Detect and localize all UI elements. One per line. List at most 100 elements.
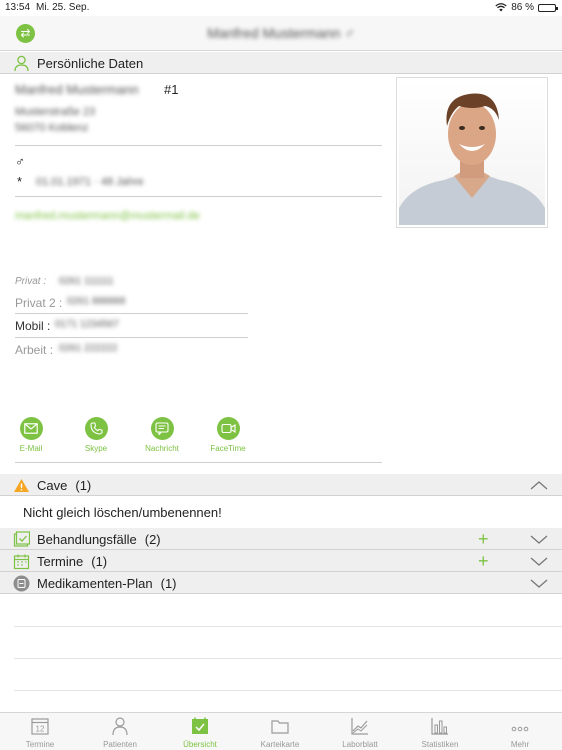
empty-row-divider — [14, 658, 562, 659]
email-link[interactable]: manfred.mustermann@mustermail.de — [15, 210, 200, 222]
status-bar: 13:54 Mi. 25. Sep. 86 % — [0, 0, 562, 16]
patient-number: #1 — [164, 82, 179, 97]
phone-value: 0261 111111 — [59, 276, 114, 287]
divider — [15, 462, 382, 463]
medication-icon — [13, 575, 30, 592]
more-icon — [511, 726, 529, 732]
tab-bar: 12 Termine Patienten Übersicht Karteikar… — [0, 712, 562, 750]
lab-chart-icon — [351, 718, 368, 735]
phone-row-privat-2[interactable]: Privat 2 : 0261 888888 — [15, 291, 248, 314]
tab-mehr[interactable]: Mehr — [480, 716, 560, 749]
status-indicators: 86 % — [495, 2, 558, 13]
patient-photo-image — [399, 80, 545, 225]
address-street: Musterstraße 23 — [15, 106, 96, 118]
status-date: Mi. 25. Sep. — [36, 2, 90, 13]
nav-bar: ⇄ Manfred Mustermann ♂ — [0, 16, 562, 51]
termine-section-header[interactable]: Termine (1) + — [0, 550, 562, 572]
tab-label: Laborblatt — [342, 740, 378, 749]
message-icon — [155, 422, 169, 435]
status-time: 13:54 — [5, 2, 31, 13]
section-count: (1) — [75, 478, 92, 493]
action-label: FaceTime — [210, 444, 246, 453]
tab-karteikarte[interactable]: Karteikarte — [240, 716, 320, 749]
email-action-button[interactable]: E-Mail — [1, 417, 61, 453]
chevron-down-icon[interactable] — [530, 577, 548, 589]
section-label: Termine — [37, 554, 84, 569]
cave-note: Nicht gleich löschen/umbenennen! — [23, 505, 222, 520]
phone-value: 0171 1234567 — [55, 319, 119, 330]
video-icon — [220, 423, 236, 434]
patient-photo[interactable] — [396, 77, 548, 228]
phone-separator: : — [43, 319, 51, 333]
tab-termine[interactable]: 12 Termine — [0, 716, 80, 749]
phone-row-arbeit[interactable]: Arbeit : 0261 222222 — [15, 338, 248, 361]
birth-marker: * — [17, 174, 23, 189]
tab-label: Übersicht — [183, 740, 217, 749]
section-label: Behandlungsfälle — [37, 532, 137, 547]
birth-date: 01.01.1971 · 48 Jahre — [36, 176, 144, 188]
tab-label: Karteikarte — [260, 740, 300, 749]
bar-chart-icon — [431, 718, 448, 735]
divider — [15, 196, 382, 197]
phone-label: Privat 2 — [15, 296, 56, 310]
calendar-badge: 12 — [36, 725, 45, 734]
phone-separator: : — [46, 343, 54, 357]
calendar-icon: 12 — [31, 718, 49, 735]
tab-label: Mehr — [510, 740, 530, 749]
skype-action-button[interactable]: Skype — [66, 417, 126, 453]
facetime-action-button[interactable]: FaceTime — [198, 417, 258, 453]
tab-label: Statistiken — [421, 740, 459, 749]
phone-label: Mobil — [15, 319, 44, 333]
warning-icon — [14, 479, 29, 492]
personal-data-title: Persönliche Daten — [37, 56, 144, 71]
phone-value: 0261 222222 — [59, 343, 118, 354]
empty-row-divider — [14, 690, 562, 691]
chevron-up-icon[interactable] — [530, 479, 548, 491]
add-appointment-button[interactable]: + — [478, 550, 489, 572]
add-treatment-case-button[interactable]: + — [478, 528, 489, 550]
phone-row-mobil[interactable]: Mobil : 0171 1234567 — [15, 314, 248, 337]
tab-statistiken[interactable]: Statistiken — [400, 716, 480, 749]
phone-label: Arbeit — [15, 343, 47, 357]
action-label: E-Mail — [19, 444, 43, 453]
tab-uebersicht[interactable]: Übersicht — [160, 716, 240, 749]
message-action-button[interactable]: Nachricht — [132, 417, 192, 453]
section-label: Medikamenten-Plan — [37, 576, 153, 591]
chevron-down-icon[interactable] — [530, 555, 548, 567]
medikamente-section-header[interactable]: Medikamenten-Plan (1) — [0, 572, 562, 594]
tab-label: Termine — [25, 740, 55, 749]
battery-percent: 86 % — [511, 2, 534, 13]
empty-row-divider — [14, 626, 562, 627]
wifi-icon — [495, 3, 507, 12]
behandlungsfaelle-section-header[interactable]: Behandlungsfälle (2) + — [0, 528, 562, 550]
phone-value: 0261 888888 — [67, 296, 126, 307]
phone-separator: : — [40, 276, 47, 287]
action-label: Skype — [84, 444, 108, 453]
section-count: (2) — [144, 532, 161, 547]
cave-section-header[interactable]: Cave (1) — [0, 474, 562, 496]
treatment-case-icon — [13, 531, 30, 547]
address-city: 56070 Koblenz — [15, 122, 89, 134]
phone-separator: : — [55, 296, 63, 310]
tab-laborblatt[interactable]: Laborblatt — [320, 716, 400, 749]
folder-icon — [271, 720, 289, 734]
tab-patienten[interactable]: Patienten — [80, 716, 160, 749]
phone-label: Privat — [15, 276, 41, 287]
calendar-icon — [13, 554, 30, 570]
section-count: (1) — [160, 576, 177, 591]
overview-icon — [192, 717, 208, 734]
chevron-down-icon[interactable] — [530, 533, 548, 545]
person-icon — [112, 717, 128, 736]
section-label: Cave — [37, 478, 68, 493]
person-outline-icon — [14, 55, 29, 72]
battery-icon — [538, 3, 558, 12]
patient-name: Manfred Mustermann — [15, 82, 139, 97]
divider — [15, 145, 382, 146]
personal-data-header: Persönliche Daten — [0, 52, 562, 74]
mail-icon — [24, 423, 38, 434]
gender-icon: ♂ — [15, 154, 25, 169]
tab-label: Patienten — [103, 740, 137, 749]
action-label: Nachricht — [145, 444, 179, 453]
page-title: Manfred Mustermann ♂ — [207, 25, 355, 41]
phone-icon — [89, 422, 103, 435]
